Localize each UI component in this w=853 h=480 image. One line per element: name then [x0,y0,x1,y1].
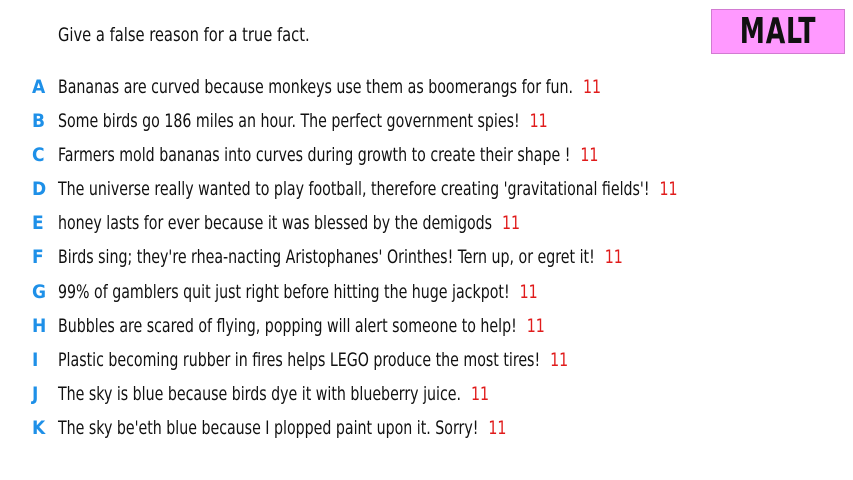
answer-letter: F [32,246,44,268]
answer-text: Bubbles are scared of flying, popping wi… [58,315,517,337]
answer-letter: J [32,383,39,405]
answer-line: Some birds go 186 miles an hour. The per… [58,108,548,134]
answer-line: Plastic becoming rubber in fires helps L… [58,347,568,373]
answer-row-k[interactable]: K The sky be'eth blue because I plopped … [0,415,853,441]
answer-letter: K [32,417,46,439]
vote-count: 11 [519,281,538,303]
answer-row-j[interactable]: J The sky is blue because birds dye it w… [0,381,853,407]
answer-letter: G [32,281,47,303]
answer-row-d[interactable]: D The universe really wanted to play foo… [0,176,853,202]
answer-text: honey lasts for ever because it was bles… [58,212,493,234]
answer-row-h[interactable]: H Bubbles are scared of flying, popping … [0,313,853,339]
answer-list: A Bananas are curved because monkeys use… [0,0,853,480]
answer-line: honey lasts for ever because it was bles… [58,210,520,236]
answer-line: 99% of gamblers quit just right before h… [58,279,538,305]
vote-count: 11 [526,315,545,337]
answer-row-f[interactable]: F Birds sing; they're rhea-nacting Arist… [0,244,853,270]
answer-text: Plastic becoming rubber in fires helps L… [58,349,541,371]
answer-line: Farmers mold bananas into curves during … [58,142,598,168]
vote-count: 11 [501,212,521,234]
answer-text: Some birds go 186 miles an hour. The per… [58,110,520,132]
vote-count: 11 [470,383,490,405]
vote-count: 11 [659,178,678,200]
vote-count: 11 [580,144,599,166]
answer-text: Birds sing; they're rhea-nacting Aristop… [58,246,595,268]
vote-count: 11 [583,76,602,98]
answer-letter: H [32,315,47,337]
answer-text: The sky be'eth blue because I plopped pa… [58,417,479,439]
answer-letter: A [32,76,46,98]
answer-line: Bananas are curved because monkeys use t… [58,74,601,100]
answer-letter: B [32,110,46,132]
vote-count: 11 [529,110,548,132]
answer-line: The sky be'eth blue because I plopped pa… [58,415,506,441]
answer-text: Farmers mold bananas into curves during … [58,144,571,166]
answer-letter: I [32,349,39,371]
answer-text: The sky is blue because birds dye it wit… [58,383,461,405]
answer-line: The universe really wanted to play footb… [58,176,678,202]
answer-row-a[interactable]: A Bananas are curved because monkeys use… [0,74,853,100]
answer-row-c[interactable]: C Farmers mold bananas into curves durin… [0,142,853,168]
answer-line: Bubbles are scared of flying, popping wi… [58,313,545,339]
vote-count: 11 [550,349,569,371]
answer-line: Birds sing; they're rhea-nacting Aristop… [58,244,623,270]
answer-text: 99% of gamblers quit just right before h… [58,281,510,303]
answer-text: Bananas are curved because monkeys use t… [58,76,574,98]
answer-text: The universe really wanted to play footb… [58,178,650,200]
answer-letter: D [32,178,47,200]
answer-row-b[interactable]: B Some birds go 186 miles an hour. The p… [0,108,853,134]
answer-letter: C [32,144,45,166]
answer-row-g[interactable]: G 99% of gamblers quit just right before… [0,279,853,305]
vote-count: 11 [604,246,623,268]
answer-row-e[interactable]: E honey lasts for ever because it was bl… [0,210,853,236]
answer-row-i[interactable]: I Plastic becoming rubber in fires helps… [0,347,853,373]
vote-count: 11 [488,417,507,439]
answer-letter: E [32,212,44,234]
answer-line: The sky is blue because birds dye it wit… [58,381,489,407]
